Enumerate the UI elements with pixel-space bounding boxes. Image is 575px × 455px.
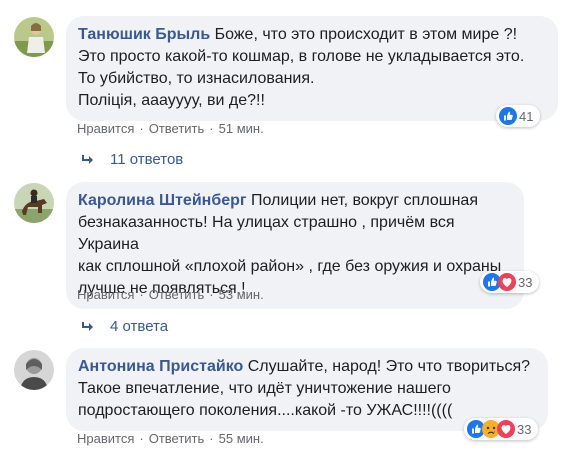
reply-arrow-icon (82, 321, 93, 331)
replies-count-label: 4 ответа (110, 318, 169, 335)
comment-text-line: То убийство, то изнасилования. (78, 70, 315, 87)
comment-author[interactable]: Танюшик Брыль (78, 26, 210, 43)
separator-dot: · (209, 287, 214, 302)
comment-text-line: как сплошной «плохой район» , где без ор… (78, 258, 502, 275)
reply-arrow-icon (82, 154, 93, 164)
separator-dot: · (139, 431, 144, 446)
reaction-summary[interactable]: 33 (480, 271, 540, 293)
comment-text-line: безнаказанность! На улицах страшно , при… (78, 214, 460, 253)
love-icon (498, 273, 516, 291)
avatar[interactable] (14, 183, 54, 223)
comment-text-line: Такое впечатление, что идёт уничтожение … (78, 380, 451, 397)
reply-link[interactable]: Ответить (149, 431, 205, 446)
love-icon (497, 420, 515, 438)
comment-actions: Нравится · Ответить · 53 мин. (77, 287, 264, 302)
separator-dot: · (209, 121, 214, 136)
view-replies-link[interactable]: 11 ответов (80, 151, 183, 168)
comment-text-line: Это просто какой-то кошмар, в голове не … (78, 48, 525, 65)
comment-timestamp[interactable]: 51 мин. (219, 121, 264, 136)
comment-author[interactable]: Каролина Штейнберг (78, 192, 247, 209)
comment-timestamp[interactable]: 53 мин. (219, 287, 264, 302)
like-link[interactable]: Нравится (77, 431, 134, 446)
avatar[interactable] (14, 17, 54, 57)
comment-text-line: Полиции нет, вокруг сплошная (251, 192, 478, 209)
reaction-count: 33 (518, 274, 533, 290)
like-link[interactable]: Нравится (77, 287, 134, 302)
reply-link[interactable]: Ответить (149, 287, 205, 302)
separator-dot: · (209, 431, 214, 446)
view-replies-link[interactable]: 4 ответа (80, 318, 168, 335)
reply-link[interactable]: Ответить (149, 121, 205, 136)
comment-text-line: Поліція, ааауууу, ви де?!! (78, 92, 265, 109)
reaction-summary[interactable]: 41 (496, 105, 541, 127)
comment-text-line: Слушайте, народ! Это что твориться? (247, 358, 531, 375)
comment-text-line: Боже, что это происходит в этом мире ?! (214, 26, 518, 43)
reaction-summary[interactable]: 33 (464, 418, 539, 440)
avatar[interactable] (14, 350, 54, 390)
comment-actions: Нравится · Ответить · 51 мин. (77, 121, 264, 136)
separator-dot: · (139, 121, 144, 136)
comment-text-line: подростающего поколения....какой -то УЖА… (78, 402, 453, 419)
like-icon (499, 107, 517, 125)
like-link[interactable]: Нравится (77, 121, 134, 136)
comment-actions: Нравится · Ответить · 55 мин. (77, 431, 264, 446)
comment-author[interactable]: Антонина Пристайко (78, 358, 243, 375)
reaction-count: 33 (517, 421, 532, 437)
comment-bubble: Танюшик Брыль Боже, что это происходит в… (66, 16, 558, 121)
separator-dot: · (139, 287, 144, 302)
comment-timestamp[interactable]: 55 мин. (219, 431, 264, 446)
replies-count-label: 11 ответов (110, 151, 184, 168)
reaction-count: 41 (519, 108, 534, 124)
